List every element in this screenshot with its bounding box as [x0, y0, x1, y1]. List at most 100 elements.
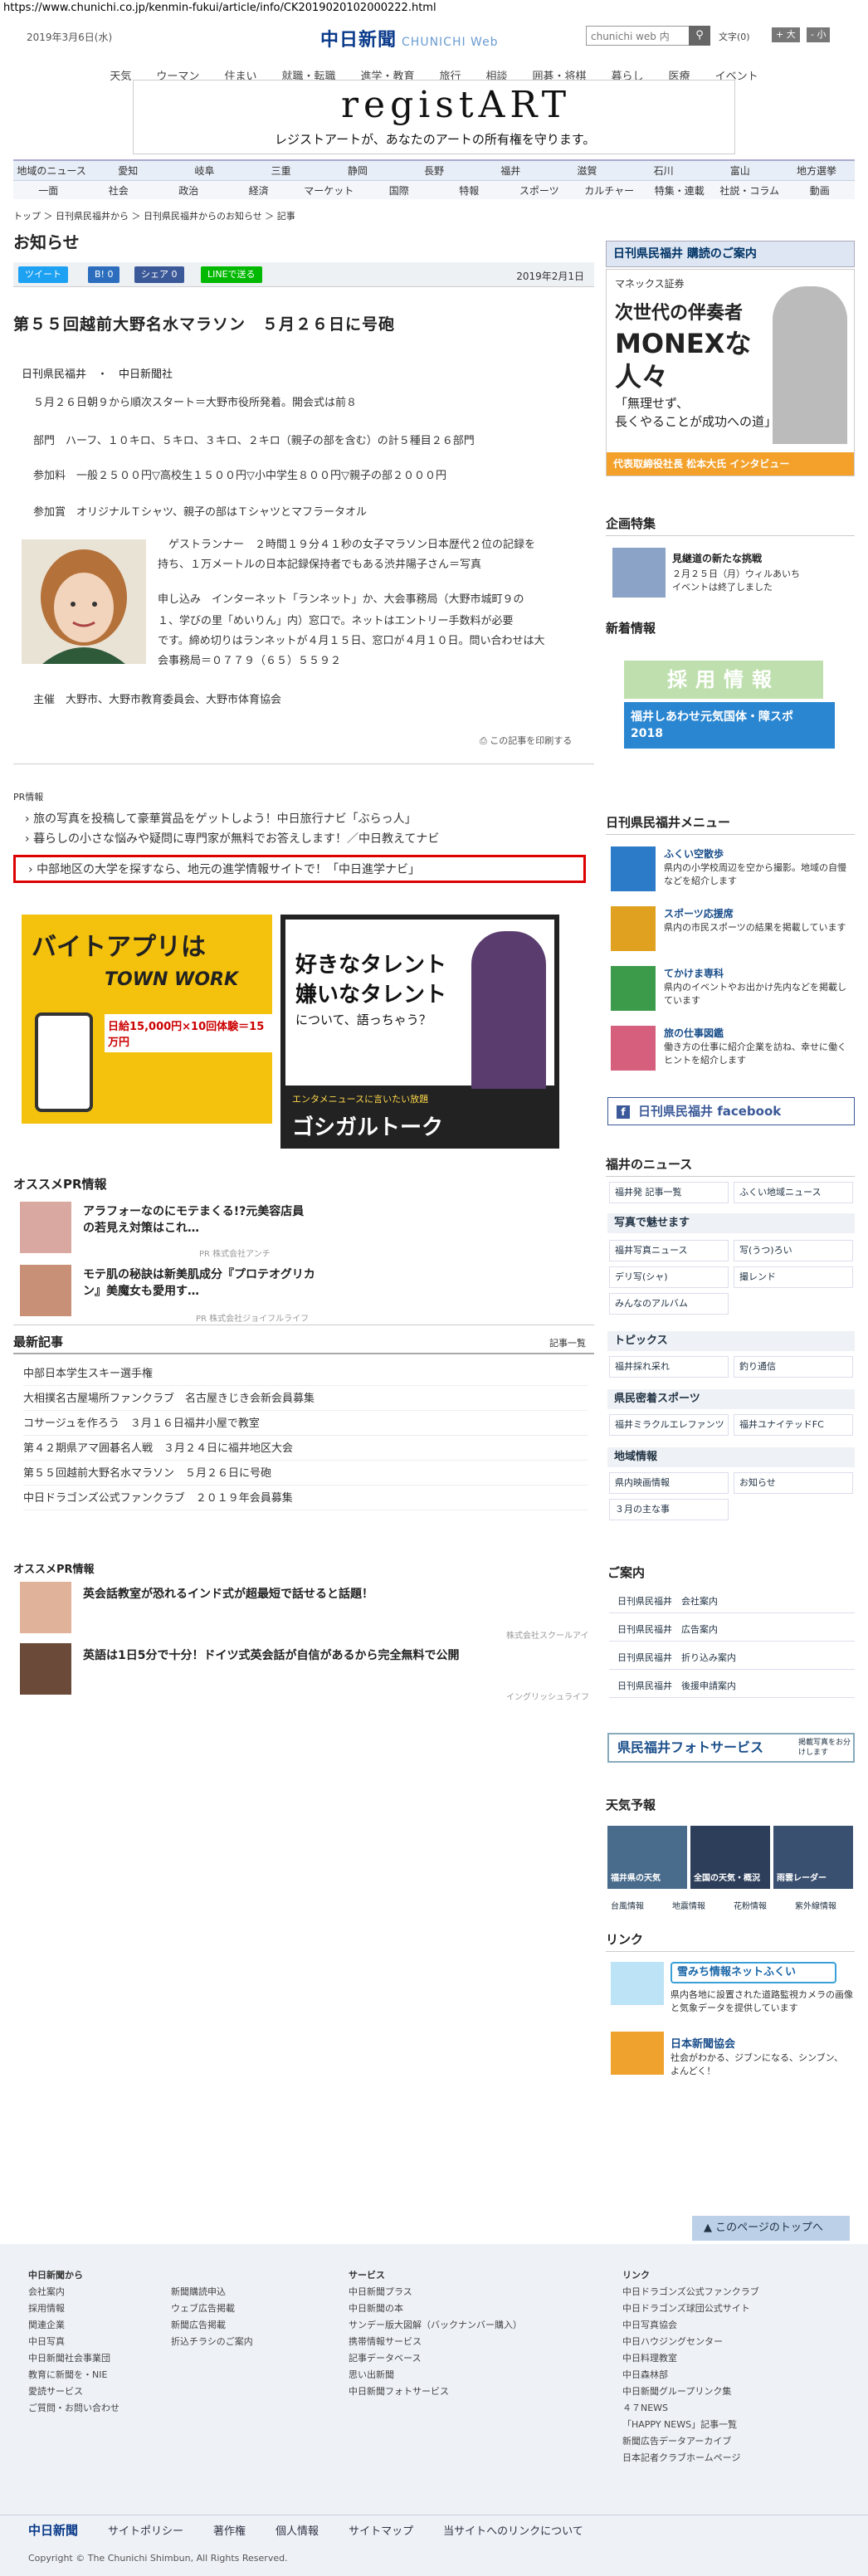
- latest-item[interactable]: 第４２期県アマ囲碁名人戦 ３月２４日に福井地区大会: [23, 1439, 588, 1461]
- breadcrumb[interactable]: トップ ＞ 日刊県民福井から ＞ 日刊県民福井からのお知らせ ＞ 記事: [13, 209, 295, 222]
- region-nav-item[interactable]: 地方選挙: [778, 163, 855, 178]
- footer-link[interactable]: 愛読サービス: [28, 2383, 119, 2400]
- menu-icon[interactable]: [611, 1026, 656, 1071]
- latest-item[interactable]: 第５５回越前大野名水マラソン ５月２６日に号砲: [23, 1464, 588, 1486]
- region-nav-item[interactable]: 富山: [702, 163, 778, 178]
- footer-bar-link[interactable]: 著作権: [213, 2522, 246, 2538]
- menu-item-title[interactable]: スポーツ応援席: [664, 906, 734, 920]
- side-link[interactable]: 県内映画情報: [609, 1472, 729, 1494]
- facebook-link[interactable]: f 日刊県民福井 facebook: [607, 1097, 855, 1125]
- footer-link[interactable]: 中日ドラゴンズ球団公式サイト: [622, 2300, 759, 2317]
- footer-link[interactable]: サンデー版大図解（バックナンバー購入）: [349, 2317, 522, 2334]
- side-link[interactable]: ３月の主な事: [609, 1499, 729, 1520]
- category-nav-item[interactable]: 社説・コラム: [714, 183, 785, 198]
- footer-link[interactable]: 携帯情報サービス: [349, 2334, 522, 2350]
- menu-icon[interactable]: [611, 846, 656, 891]
- kokutai-banner[interactable]: 福井しあわせ元気国体・障スポ 2018: [624, 702, 835, 749]
- footer-link[interactable]: 会社案内: [28, 2284, 119, 2300]
- pr-thumbnail[interactable]: [20, 1202, 71, 1253]
- footer-link[interactable]: 中日写真協会: [622, 2317, 759, 2334]
- pr-link[interactable]: › 暮らしの小さな悩みや疑問に専門家が無料でお答えします！／中日教えてナビ: [25, 830, 439, 846]
- pr-link[interactable]: › 旅の写真を投稿して豪華賞品をゲットしよう！中日旅行ナビ「ぶらっ人」: [25, 810, 417, 827]
- footer-link[interactable]: 新聞広告データアーカイブ: [622, 2433, 759, 2450]
- category-nav-item[interactable]: 特報: [434, 183, 505, 198]
- menu-item-title[interactable]: ふくい空散歩: [664, 846, 724, 861]
- footer-link[interactable]: 日本記者クラブホームページ: [622, 2450, 759, 2466]
- side-link[interactable]: デリ写(シャ): [609, 1266, 729, 1288]
- tenki-link[interactable]: 台風情報: [611, 1899, 644, 1911]
- footer-link[interactable]: 中日新聞の本: [349, 2300, 522, 2317]
- category-nav-item[interactable]: スポーツ: [505, 183, 575, 198]
- footer-bar-link[interactable]: 個人情報: [276, 2522, 319, 2538]
- facebook-share-button[interactable]: シェア 0: [134, 266, 184, 283]
- footer-link[interactable]: 折込チラシのご案内: [171, 2334, 253, 2350]
- region-nav-item[interactable]: 福井: [472, 163, 549, 178]
- side-link[interactable]: 写(うつ)ろい: [734, 1240, 853, 1261]
- side-link[interactable]: 釣り通信: [734, 1356, 853, 1378]
- goshigal-banner[interactable]: 好きなタレント 嫌いなタレント について、語っちゃう？ エンタメニュースに言いた…: [280, 915, 559, 1149]
- footer-link[interactable]: 中日料理教室: [622, 2350, 759, 2367]
- region-nav-item[interactable]: 静岡: [319, 163, 396, 178]
- menu-item-title[interactable]: てかけま専科: [664, 966, 724, 980]
- footer-link[interactable]: 教育に新聞を・NIE: [28, 2367, 119, 2383]
- footer-link[interactable]: 記事データベース: [349, 2350, 522, 2367]
- yuki-logo[interactable]: [611, 1962, 664, 2005]
- footer-link[interactable]: ４７NEWS: [622, 2400, 759, 2417]
- category-nav-item[interactable]: 経済: [224, 183, 295, 198]
- side-link[interactable]: 撮レンド: [734, 1266, 853, 1288]
- category-nav-item[interactable]: 社会: [84, 183, 154, 198]
- pr-item-title[interactable]: 英会話教室が恐れるインド式が超最短で話せると話題！: [83, 1585, 373, 1602]
- search-icon[interactable]: ⚲: [689, 26, 710, 46]
- category-nav-item[interactable]: 国際: [364, 183, 435, 198]
- kikaku-name[interactable]: 見継道の新たな挑戦: [672, 551, 762, 565]
- pr-thumbnail[interactable]: [20, 1582, 71, 1633]
- footer-bar-link[interactable]: サイトマップ: [349, 2522, 413, 2538]
- side-link[interactable]: 福井ユナイテッドFC: [734, 1414, 853, 1436]
- latest-item[interactable]: 大相撲名古屋場所ファンクラブ 名古屋きじき会新会員募集: [23, 1389, 588, 1411]
- category-nav-item[interactable]: 動画: [785, 183, 856, 198]
- side-link[interactable]: お知らせ: [734, 1472, 853, 1494]
- footer-link[interactable]: 採用情報: [28, 2300, 119, 2317]
- print-link[interactable]: ⎙ この記事を印刷する: [480, 734, 572, 747]
- category-nav-item[interactable]: カルチャー: [574, 183, 645, 198]
- region-nav-item[interactable]: 石川: [626, 163, 702, 178]
- tenki-link[interactable]: 紫外線情報: [795, 1899, 836, 1911]
- side-link[interactable]: ふくい地域ニュース: [734, 1182, 853, 1203]
- annai-link[interactable]: 日刊県民福井 後援申請案内: [609, 1676, 855, 1698]
- side-link[interactable]: みんなのアルバム: [609, 1293, 729, 1315]
- pr-item-title[interactable]: 英語は1日5分で十分！ドイツ式英会話が自信があるから完全無料で公開: [83, 1647, 459, 1663]
- monex-ad[interactable]: マネックス証券 次世代の伴奏者 MONEXな 人々 「無理せず、 長くやることが…: [606, 269, 855, 476]
- side-link[interactable]: 福井発 記事一覧: [609, 1182, 729, 1203]
- tweet-button[interactable]: ツイート: [18, 266, 68, 283]
- latest-item[interactable]: 中部日本学生スキー選手権: [23, 1364, 588, 1386]
- category-nav-item[interactable]: 特集・連載: [645, 183, 715, 198]
- pr-thumbnail[interactable]: [20, 1643, 71, 1695]
- nihon-link[interactable]: 日本新聞協会: [671, 2035, 735, 2051]
- menu-item-title[interactable]: 旅の仕事図鑑: [664, 1026, 724, 1040]
- region-nav-item[interactable]: 長野: [396, 163, 472, 178]
- footer-link[interactable]: 中日森林部: [622, 2367, 759, 2383]
- footer-link[interactable]: 「HAPPY NEWS」記事一覧: [622, 2417, 759, 2433]
- font-reset[interactable]: (0): [737, 32, 750, 42]
- line-share-button[interactable]: LINEで送る: [201, 266, 262, 283]
- subscribe-link[interactable]: 日刊県民福井 購読のご案内: [606, 241, 855, 267]
- footer-link[interactable]: 新聞購読申込: [171, 2284, 253, 2300]
- side-link[interactable]: 福井採れ采れ: [609, 1356, 729, 1378]
- pr-item-title[interactable]: モテ肌の秘訣は新美肌成分『プロテオグリカン』美魔女も愛用す…: [83, 1266, 324, 1300]
- font-small-button[interactable]: - 小: [807, 27, 831, 42]
- townwork-banner[interactable]: バイトアプリは TOWN WORK 日給15,000円×10回体験＝15万円: [22, 915, 272, 1124]
- menu-icon[interactable]: [611, 966, 656, 1011]
- tenki-link[interactable]: 花粉情報: [734, 1899, 767, 1911]
- region-nav-item[interactable]: 愛知: [90, 163, 166, 178]
- footer-link[interactable]: ご質問・お問い合わせ: [28, 2400, 119, 2417]
- footer-link[interactable]: 新聞広告掲載: [171, 2317, 253, 2334]
- footer-link[interactable]: 関連企業: [28, 2317, 119, 2334]
- region-nav-item[interactable]: 三重: [243, 163, 319, 178]
- kikaku-thumb[interactable]: [612, 548, 666, 598]
- footer-link[interactable]: 中日新聞グループリンク集: [622, 2383, 759, 2400]
- footer-bar-link[interactable]: サイトポリシー: [108, 2522, 183, 2538]
- region-nav-item[interactable]: 地域のニュース: [13, 163, 90, 178]
- ad-banner-registart[interactable]: registART レジストアートが、あなたのアートの所有権を守ります。: [133, 80, 735, 154]
- site-logo[interactable]: 中日新聞 CHUNICHI Web: [320, 25, 499, 51]
- category-nav-item[interactable]: マーケット: [294, 183, 364, 198]
